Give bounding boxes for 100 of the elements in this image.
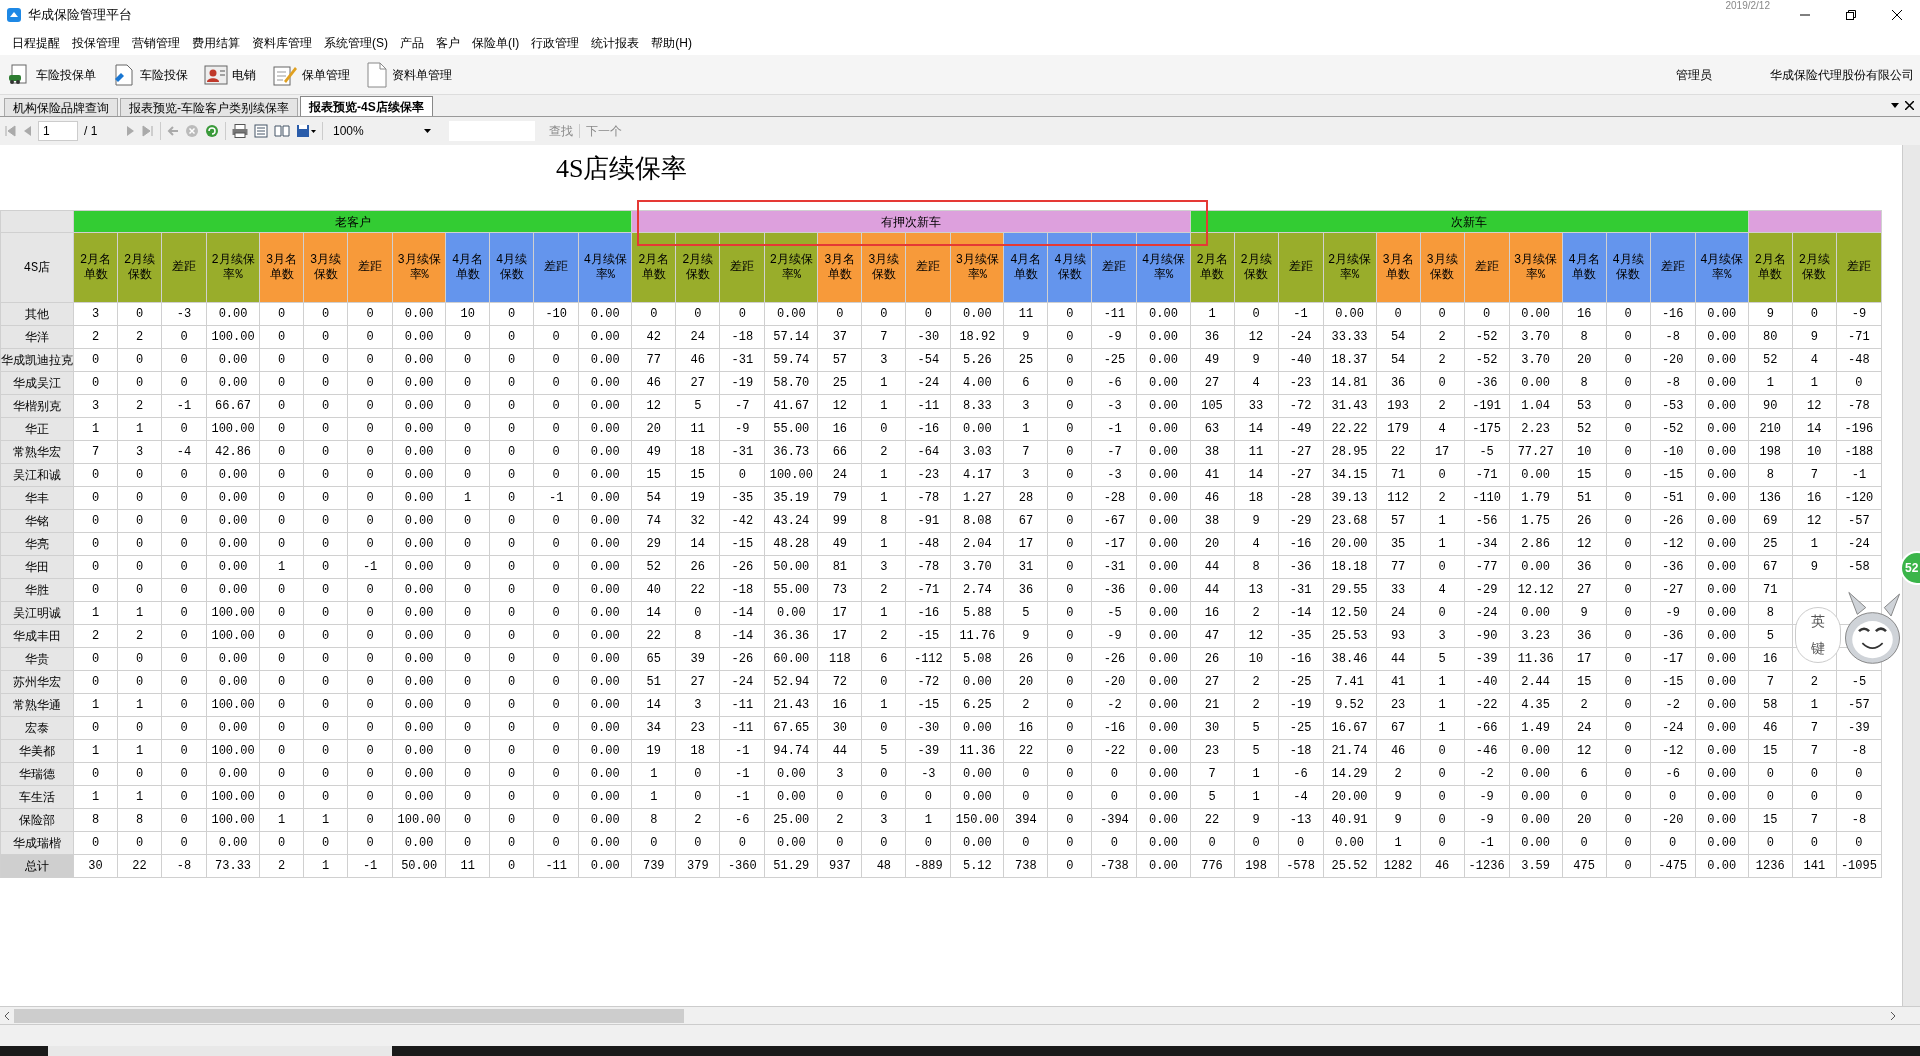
table-cell: 46 (675, 348, 720, 372)
table-cell: -7 (719, 394, 765, 418)
table-cell: 0 (1606, 808, 1651, 832)
row-header: 华美都 (0, 739, 74, 763)
stop-icon[interactable] (185, 124, 199, 138)
table-cell: 15 (1748, 739, 1793, 763)
print-icon[interactable] (232, 124, 248, 138)
table-cell: 0 (161, 578, 207, 602)
table-cell: 5 (1748, 624, 1793, 648)
table-cell: -10 (533, 302, 579, 326)
close-tab-icon[interactable] (1905, 101, 1914, 110)
toolbar-button[interactable]: 保单管理 (270, 57, 358, 92)
previous-page-icon[interactable] (22, 125, 32, 137)
menu-item[interactable]: 资料库管理 (246, 30, 318, 55)
first-page-icon[interactable] (4, 125, 16, 137)
table-cell: 0 (1606, 785, 1651, 809)
speech-bubble[interactable]: 英 键 (1795, 607, 1841, 663)
table-cell: 49 (1190, 348, 1235, 372)
table-cell: 4 (1420, 578, 1465, 602)
table-cell: -35 (1278, 624, 1324, 648)
table-cell: 17 (1420, 440, 1465, 464)
table-cell: 1.27 (950, 486, 1004, 510)
table-cell: 0.00 (206, 371, 260, 395)
page-field[interactable]: 1 (38, 121, 78, 141)
table-cell: 0.00 (578, 670, 632, 694)
table-cell: -1 (1091, 417, 1137, 441)
tab[interactable]: 报表预览-4S店续保率 (300, 96, 433, 116)
horizontal-scrollbar[interactable] (14, 1008, 684, 1023)
app-logo-icon (6, 7, 22, 23)
table-cell: 0 (1091, 831, 1137, 855)
refresh-icon[interactable] (205, 124, 219, 138)
menu-item[interactable]: 系统管理(S) (318, 30, 394, 55)
table-cell: -58 (1836, 555, 1882, 579)
column-header: 差距 (1464, 232, 1510, 303)
table-cell: 39.13 (1323, 486, 1377, 510)
table-cell: 0.00 (206, 302, 260, 326)
table-cell: 0 (1650, 831, 1696, 855)
menu-item[interactable]: 投保管理 (66, 30, 126, 55)
menu-item[interactable]: 保险单(I) (466, 30, 526, 55)
menu-item[interactable]: 统计报表 (585, 30, 646, 55)
menu-item[interactable]: 产品 (394, 30, 430, 55)
vertical-scrollbar[interactable] (1902, 145, 1920, 1006)
table-cell: 0.00 (1136, 463, 1190, 487)
table-cell: 0.00 (764, 601, 818, 625)
toolbar-button[interactable]: 车险投保单 (6, 57, 104, 92)
menu-item[interactable]: 费用结算 (186, 30, 246, 55)
table-cell: 18 (1234, 486, 1279, 510)
next-page-icon[interactable] (126, 125, 136, 137)
table-cell: 0 (117, 578, 162, 602)
menu-item[interactable]: 营销管理 (126, 30, 186, 55)
tab[interactable]: 机构保险品牌查询 (4, 98, 118, 116)
tab[interactable]: 报表预览-车险客户类别续保率 (120, 98, 298, 116)
table-cell: 0.00 (392, 762, 446, 786)
table-cell: 24 (817, 463, 862, 487)
table-cell: -40 (1464, 670, 1510, 694)
table-cell: 0 (347, 486, 393, 510)
table-cell: 0.00 (1695, 578, 1749, 602)
menu-item[interactable]: 行政管理 (525, 30, 586, 55)
table-cell: 0 (533, 624, 579, 648)
book-icon[interactable] (274, 124, 290, 138)
table-cell: 0 (259, 785, 304, 809)
toolbar-button[interactable]: 车险投保 (110, 57, 196, 92)
menu-item[interactable]: 日程提醒 (6, 30, 66, 55)
table-cell: 24 (1376, 601, 1421, 625)
toolbar-button[interactable]: 资料单管理 (364, 57, 460, 92)
bubble-text: 英 (1811, 612, 1825, 631)
table-cell: 0 (259, 532, 304, 556)
table-cell: 0 (303, 624, 348, 648)
table-cell: -54 (905, 348, 951, 372)
table-cell: -24 (1464, 601, 1510, 625)
rabbit-mascot-drawing[interactable] (1842, 589, 1903, 665)
menu-item[interactable]: 客户 (430, 30, 466, 55)
menu-item[interactable]: 帮助(H) (645, 30, 698, 55)
table-cell: 67 (1003, 509, 1048, 533)
table-cell: 23.68 (1323, 509, 1377, 533)
page-layout-icon[interactable] (254, 124, 268, 138)
group-header: 次新车 (1190, 210, 1749, 233)
table-cell: 0.00 (578, 831, 632, 855)
table-cell: 0 (347, 739, 393, 763)
table-cell: 20.00 (1323, 785, 1377, 809)
toolbar-button[interactable]: 电销 (202, 57, 264, 92)
table-cell: -1 (533, 486, 579, 510)
table-cell: 21 (1190, 693, 1235, 717)
column-header: 差距 (533, 232, 579, 303)
table-cell: 3 (1420, 624, 1465, 648)
table-cell: 0 (347, 509, 393, 533)
table-cell: 0 (1606, 348, 1651, 372)
table-cell: 0.00 (578, 785, 632, 809)
back-icon[interactable] (167, 125, 179, 137)
last-page-icon[interactable] (142, 125, 154, 137)
save-icon[interactable] (296, 124, 316, 138)
table-cell: 0.00 (578, 325, 632, 349)
column-header: 3月续保率% (950, 232, 1004, 303)
column-header: 2月续保率% (1323, 232, 1377, 303)
dropdown-caret-icon[interactable] (1891, 102, 1899, 109)
table-cell: 0 (1606, 739, 1651, 763)
table-cell: -52 (1650, 417, 1696, 441)
table-cell: 8 (861, 509, 906, 533)
row-header: 车生活 (0, 785, 74, 809)
row-header: 其他 (0, 302, 74, 326)
